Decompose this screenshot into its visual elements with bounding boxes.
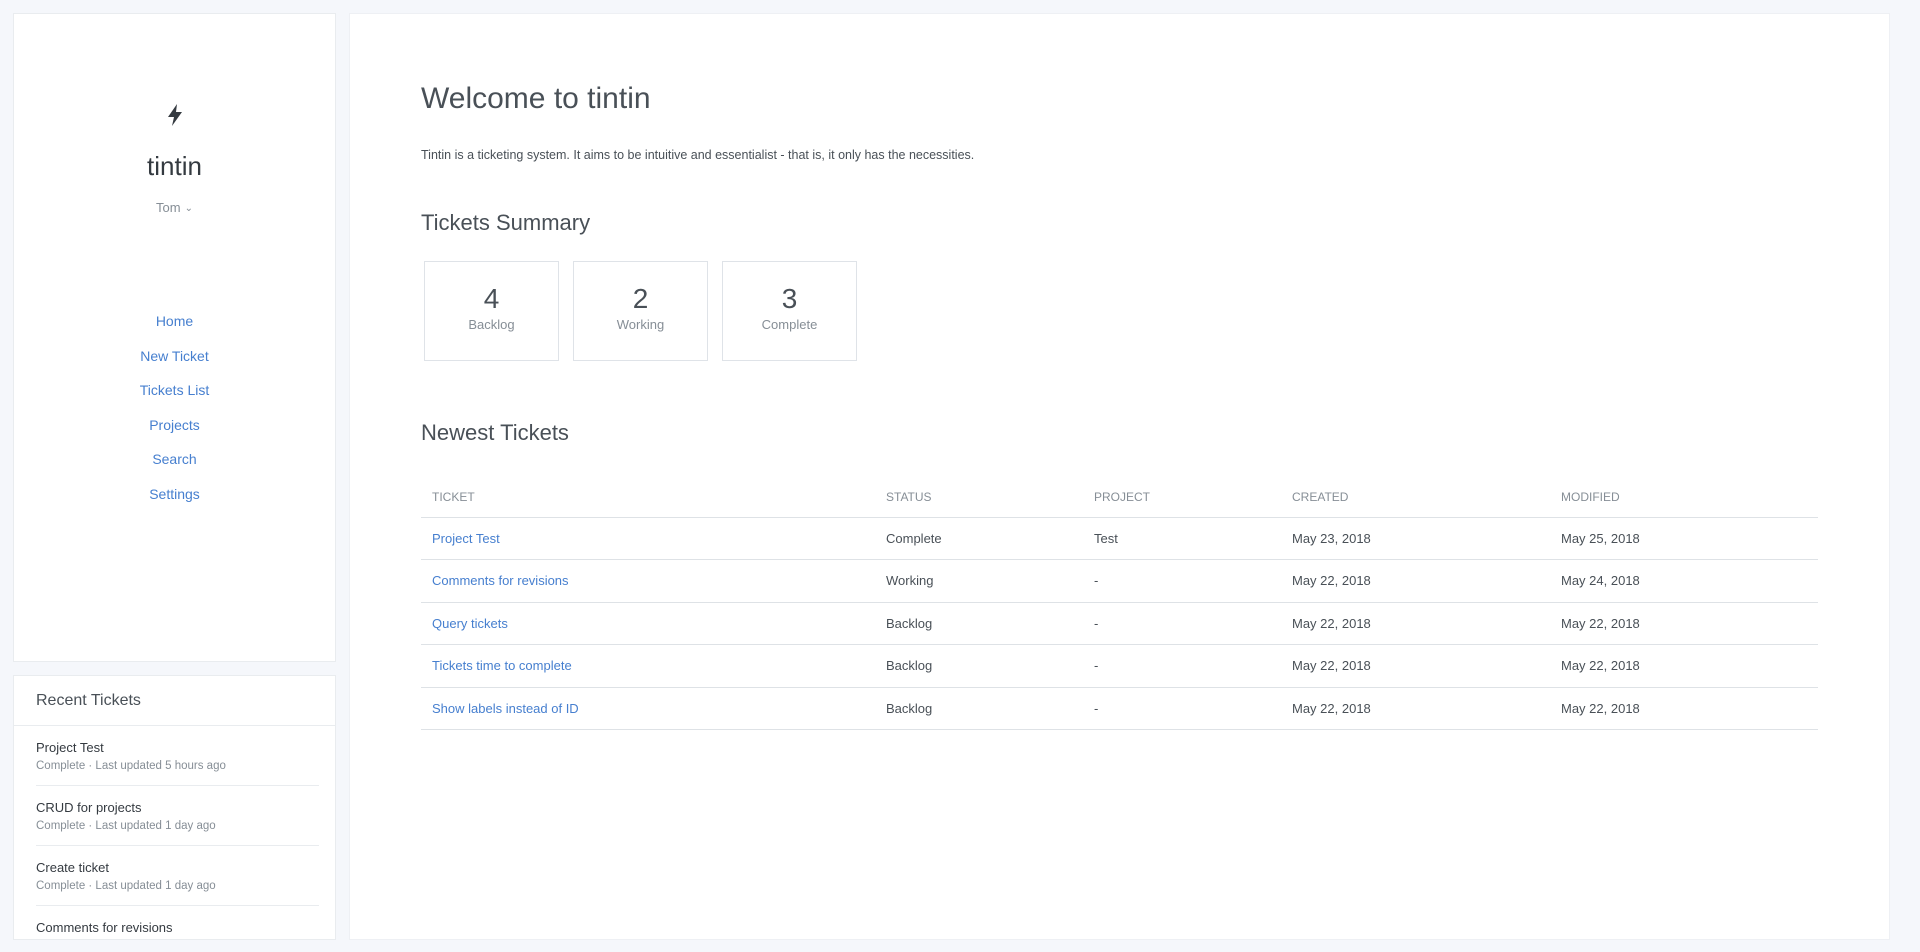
lightning-bolt-icon bbox=[14, 104, 335, 131]
recent-ticket-title: Project Test bbox=[36, 740, 104, 755]
recent-tickets-panel: Recent Tickets Project Test Complete · L… bbox=[13, 675, 336, 940]
summary-count: 3 bbox=[781, 283, 798, 314]
chevron-down-icon: ⌄ bbox=[184, 203, 193, 214]
table-header-row: TICKET STATUS PROJECT CREATED MODIFIED bbox=[421, 477, 1818, 518]
ticket-created: May 22, 2018 bbox=[1281, 687, 1550, 730]
summary-card-working: 2 Working bbox=[573, 261, 708, 361]
sidebar: tintin Tom ⌄ Home New Ticket Tickets List… bbox=[13, 13, 336, 662]
ticket-created: May 23, 2018 bbox=[1281, 517, 1550, 560]
table-row: Project Test Complete Test May 23, 2018 … bbox=[421, 517, 1818, 560]
nav-new-ticket[interactable]: New Ticket bbox=[14, 345, 335, 380]
table-row: Comments for revisions Working - May 22,… bbox=[421, 559, 1818, 603]
summary-card-backlog: 4 Backlog bbox=[424, 261, 559, 361]
column-header-created: CREATED bbox=[1281, 477, 1550, 518]
ticket-link[interactable]: Query tickets bbox=[432, 616, 508, 631]
nav-search[interactable]: Search bbox=[14, 448, 335, 483]
sidebar-nav: Home New Ticket Tickets List Projects Se… bbox=[14, 310, 335, 517]
nav-tickets-list[interactable]: Tickets List bbox=[14, 379, 335, 414]
recent-ticket-title: Comments for revisions bbox=[36, 920, 173, 935]
ticket-created: May 22, 2018 bbox=[1281, 644, 1550, 688]
recent-tickets-title: Recent Tickets bbox=[14, 676, 335, 726]
ticket-status: Backlog bbox=[875, 644, 1083, 688]
recent-ticket-item[interactable]: Project Test Complete · Last updated 5 h… bbox=[36, 726, 319, 786]
recent-ticket-item[interactable]: CRUD for projects Complete · Last update… bbox=[36, 786, 319, 846]
recent-ticket-status: Complete · Last updated 1 day ago bbox=[36, 820, 216, 832]
summary-card-complete: 3 Complete bbox=[722, 261, 857, 361]
summary-label: Working bbox=[616, 317, 665, 332]
ticket-link[interactable]: Comments for revisions bbox=[432, 573, 569, 588]
summary-cards: 4 Backlog 2 Working 3 Complete bbox=[424, 261, 871, 361]
ticket-link[interactable]: Show labels instead of ID bbox=[432, 701, 579, 716]
column-header-modified: MODIFIED bbox=[1550, 477, 1818, 518]
intro-text: Tintin is a ticketing system. It aims to… bbox=[421, 148, 975, 162]
ticket-created: May 22, 2018 bbox=[1281, 602, 1550, 645]
newest-tickets-table: TICKET STATUS PROJECT CREATED MODIFIED P… bbox=[421, 477, 1818, 730]
ticket-project: - bbox=[1083, 602, 1281, 645]
recent-ticket-item[interactable]: Create ticket Complete · Last updated 1 … bbox=[36, 846, 319, 906]
nav-projects[interactable]: Projects bbox=[14, 414, 335, 449]
recent-tickets-list: Project Test Complete · Last updated 5 h… bbox=[14, 726, 335, 939]
main-content: Welcome to tintin Tintin is a ticketing … bbox=[349, 13, 1890, 940]
ticket-project: - bbox=[1083, 559, 1281, 603]
recent-ticket-title: Create ticket bbox=[36, 860, 109, 875]
ticket-modified: May 25, 2018 bbox=[1550, 517, 1818, 560]
table-row: Query tickets Backlog - May 22, 2018 May… bbox=[421, 602, 1818, 645]
brand-name: tintin bbox=[147, 151, 202, 181]
summary-count: 2 bbox=[632, 283, 649, 314]
ticket-status: Complete bbox=[875, 517, 1083, 560]
tickets-summary-title: Tickets Summary bbox=[421, 210, 591, 235]
ticket-project: Test bbox=[1083, 517, 1281, 560]
newest-tickets-title: Newest Tickets bbox=[421, 420, 569, 445]
ticket-project: - bbox=[1083, 687, 1281, 730]
column-header-project: PROJECT bbox=[1083, 477, 1281, 518]
recent-ticket-item[interactable]: Comments for revisions bbox=[36, 906, 319, 939]
summary-label: Complete bbox=[761, 317, 818, 332]
summary-count: 4 bbox=[483, 283, 500, 314]
ticket-modified: May 22, 2018 bbox=[1550, 644, 1818, 688]
nav-home[interactable]: Home bbox=[14, 310, 335, 345]
ticket-status: Backlog bbox=[875, 602, 1083, 645]
ticket-modified: May 22, 2018 bbox=[1550, 602, 1818, 645]
table-row: Show labels instead of ID Backlog - May … bbox=[421, 687, 1818, 730]
ticket-status: Backlog bbox=[875, 687, 1083, 730]
user-name: Tom bbox=[156, 200, 181, 215]
ticket-status: Working bbox=[875, 559, 1083, 603]
summary-label: Backlog bbox=[468, 317, 515, 332]
nav-settings[interactable]: Settings bbox=[14, 483, 335, 518]
recent-ticket-status: Complete · Last updated 1 day ago bbox=[36, 880, 216, 892]
column-header-status: STATUS bbox=[875, 477, 1083, 518]
ticket-created: May 22, 2018 bbox=[1281, 559, 1550, 603]
page-title: Welcome to tintin bbox=[421, 82, 651, 115]
table-row: Tickets time to complete Backlog - May 2… bbox=[421, 644, 1818, 688]
user-menu[interactable]: Tom ⌄ bbox=[14, 200, 335, 215]
ticket-modified: May 22, 2018 bbox=[1550, 687, 1818, 730]
ticket-link[interactable]: Tickets time to complete bbox=[432, 658, 572, 673]
recent-ticket-title: CRUD for projects bbox=[36, 800, 142, 815]
recent-ticket-status: Complete · Last updated 5 hours ago bbox=[36, 760, 226, 772]
column-header-ticket: TICKET bbox=[421, 477, 875, 518]
ticket-modified: May 24, 2018 bbox=[1550, 559, 1818, 603]
ticket-link[interactable]: Project Test bbox=[432, 531, 500, 546]
ticket-project: - bbox=[1083, 644, 1281, 688]
